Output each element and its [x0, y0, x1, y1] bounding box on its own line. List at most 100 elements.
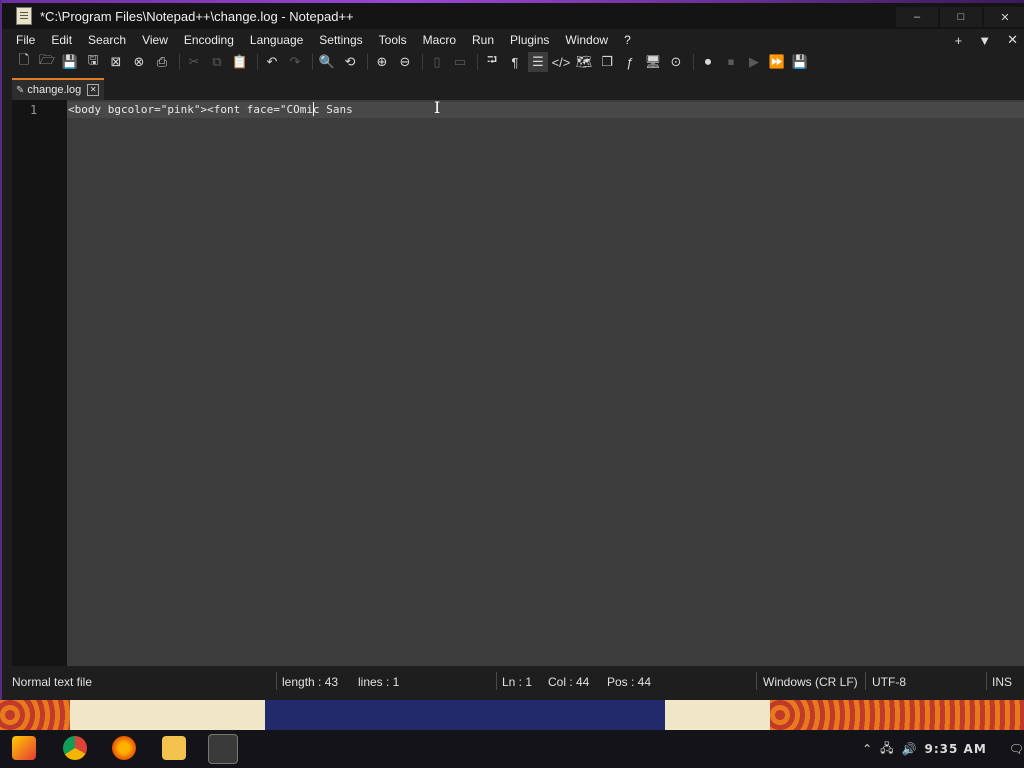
find-icon[interactable]: 🔍: [317, 52, 337, 72]
notepadpp-window: *C:\Program Files\Notepad++\change.log -…: [0, 0, 1024, 700]
menu-plugins[interactable]: Plugins: [502, 30, 557, 50]
chrome-icon[interactable]: [63, 736, 87, 760]
save-icon[interactable]: 💾: [60, 52, 80, 72]
wallpaper-panel: [70, 700, 265, 730]
document-map-icon[interactable]: 🗺: [574, 52, 594, 72]
toolbar-divider: [312, 54, 313, 70]
editor-area[interactable]: 1 <body bgcolor="pink"><font face="COmic…: [12, 100, 1024, 666]
paste-icon[interactable]: 📋: [230, 52, 250, 72]
wallpaper-panel: [665, 700, 770, 730]
status-encoding: UTF-8: [872, 675, 906, 689]
status-divider: [986, 672, 987, 690]
menu-settings[interactable]: Settings: [311, 30, 370, 50]
word-wrap-icon[interactable]: ⮒: [482, 52, 502, 72]
new-file-icon[interactable]: 🗋: [14, 52, 34, 72]
toolbar-divider: [367, 54, 368, 70]
menu-edit[interactable]: Edit: [43, 30, 80, 50]
function-list-icon[interactable]: ƒ: [620, 52, 640, 72]
menu-language[interactable]: Language: [242, 30, 311, 50]
save-all-icon[interactable]: 🖫: [83, 52, 103, 72]
notification-icon[interactable]: 🗨: [1009, 742, 1024, 756]
print-icon[interactable]: ⎙: [152, 52, 172, 72]
wallpaper-panel: [265, 700, 665, 730]
monitoring-icon[interactable]: ⊙: [666, 52, 686, 72]
sync-vertical-icon[interactable]: ▯: [427, 52, 447, 72]
cut-icon[interactable]: ✂: [184, 52, 204, 72]
close-file-icon[interactable]: ⊠: [106, 52, 126, 72]
undo-icon[interactable]: ↶: [262, 52, 282, 72]
replace-icon[interactable]: ⟲: [340, 52, 360, 72]
status-divider: [276, 672, 277, 690]
open-file-icon[interactable]: 🗁: [37, 52, 57, 72]
run-macro-multiple-icon[interactable]: ⏩: [767, 52, 787, 72]
line-number-gutter: 1: [12, 100, 67, 666]
redo-icon[interactable]: ↷: [285, 52, 305, 72]
folder-workspace-icon[interactable]: 🖥: [643, 52, 663, 72]
menu-window[interactable]: Window: [557, 30, 616, 50]
menu-run[interactable]: Run: [464, 30, 502, 50]
close-all-icon[interactable]: ⊗: [129, 52, 149, 72]
menu-tools[interactable]: Tools: [371, 30, 415, 50]
editor-text[interactable]: <body bgcolor="pink"><font face="COmic S…: [68, 103, 353, 116]
tab-list-button[interactable]: ▼: [970, 33, 999, 48]
tray-overflow-icon[interactable]: ⌃: [862, 742, 872, 756]
start-menu-icon[interactable]: [12, 736, 36, 760]
notepadpp-taskbar-icon[interactable]: [208, 734, 238, 764]
toolbar-divider: [179, 54, 180, 70]
close-button[interactable]: ✕: [984, 7, 1024, 27]
status-col: Col : 44: [548, 675, 590, 689]
zoom-in-icon[interactable]: ⊕: [372, 52, 392, 72]
tab-close-icon[interactable]: ✕: [87, 84, 100, 96]
record-macro-icon[interactable]: ⏺: [698, 52, 718, 72]
menu-file[interactable]: File: [2, 30, 43, 50]
status-length: length : 43: [282, 675, 339, 689]
status-divider: [756, 672, 757, 690]
line-number: 1: [30, 103, 38, 117]
menu-help[interactable]: ?: [616, 30, 639, 50]
xml-tags-icon[interactable]: </>: [551, 52, 571, 72]
save-macro-icon[interactable]: 💾: [790, 52, 810, 72]
zoom-out-icon[interactable]: ⊖: [395, 52, 415, 72]
indent-guide-icon[interactable]: ☰: [528, 52, 548, 72]
system-tray: ⌃ 🖧 🔊 9:35 AM 🗨: [854, 730, 1024, 768]
show-all-chars-icon[interactable]: ¶: [505, 52, 525, 72]
modified-pencil-icon: ✎: [16, 84, 25, 96]
document-list-icon[interactable]: ❐: [597, 52, 617, 72]
network-icon[interactable]: 🖧: [880, 739, 893, 760]
play-macro-icon[interactable]: ▶: [744, 52, 764, 72]
tab-change-log[interactable]: ✎ change.log ✕: [12, 78, 104, 100]
taskbar: ⌃ 🖧 🔊 9:35 AM 🗨: [0, 730, 1024, 768]
menu-view[interactable]: View: [134, 30, 176, 50]
status-pos: Pos : 44: [607, 675, 652, 689]
toolbar-divider: [477, 54, 478, 70]
clock[interactable]: 9:35 AM: [925, 742, 987, 756]
status-lines: lines : 1: [358, 675, 400, 689]
menu-right-controls: + ▼ ✕: [947, 30, 1024, 50]
sync-horizontal-icon[interactable]: ▭: [450, 52, 470, 72]
text-caret: [313, 102, 314, 116]
title-bar[interactable]: *C:\Program Files\Notepad++\change.log -…: [2, 3, 1024, 29]
status-bar: Normal text file length : 43 lines : 1 L…: [2, 670, 1024, 694]
tab-bar: ✎ change.log ✕: [2, 78, 1024, 100]
maximize-button[interactable]: □: [940, 7, 982, 27]
menu-search[interactable]: Search: [80, 30, 134, 50]
firefox-icon[interactable]: [112, 736, 136, 760]
toolbar-divider: [693, 54, 694, 70]
copy-icon[interactable]: ⧉: [207, 52, 227, 72]
volume-icon[interactable]: 🔊: [902, 742, 917, 756]
status-eol: Windows (CR LF): [763, 675, 858, 689]
status-insert-mode: INS: [992, 675, 1013, 689]
wallpaper-pattern: [0, 700, 70, 730]
wallpaper-pattern: [770, 700, 1024, 730]
minimize-button[interactable]: –: [896, 7, 938, 27]
menu-encoding[interactable]: Encoding: [176, 30, 242, 50]
close-doc-button[interactable]: ✕: [999, 32, 1024, 48]
status-divider: [496, 672, 497, 690]
menu-bar: File Edit Search View Encoding Language …: [2, 30, 1024, 50]
toolbar: 🗋 🗁 💾 🖫 ⊠ ⊗ ⎙ ✂ ⧉ 📋 ↶ ↷ 🔍 ⟲ ⊕ ⊖ ▯ ▭ ⮒ ¶ …: [2, 50, 1024, 74]
menu-macro[interactable]: Macro: [415, 30, 464, 50]
stop-macro-icon[interactable]: ⏹: [721, 52, 741, 72]
tab-label: change.log: [27, 84, 82, 96]
new-tab-button[interactable]: +: [947, 33, 971, 48]
file-explorer-icon[interactable]: [162, 736, 186, 760]
